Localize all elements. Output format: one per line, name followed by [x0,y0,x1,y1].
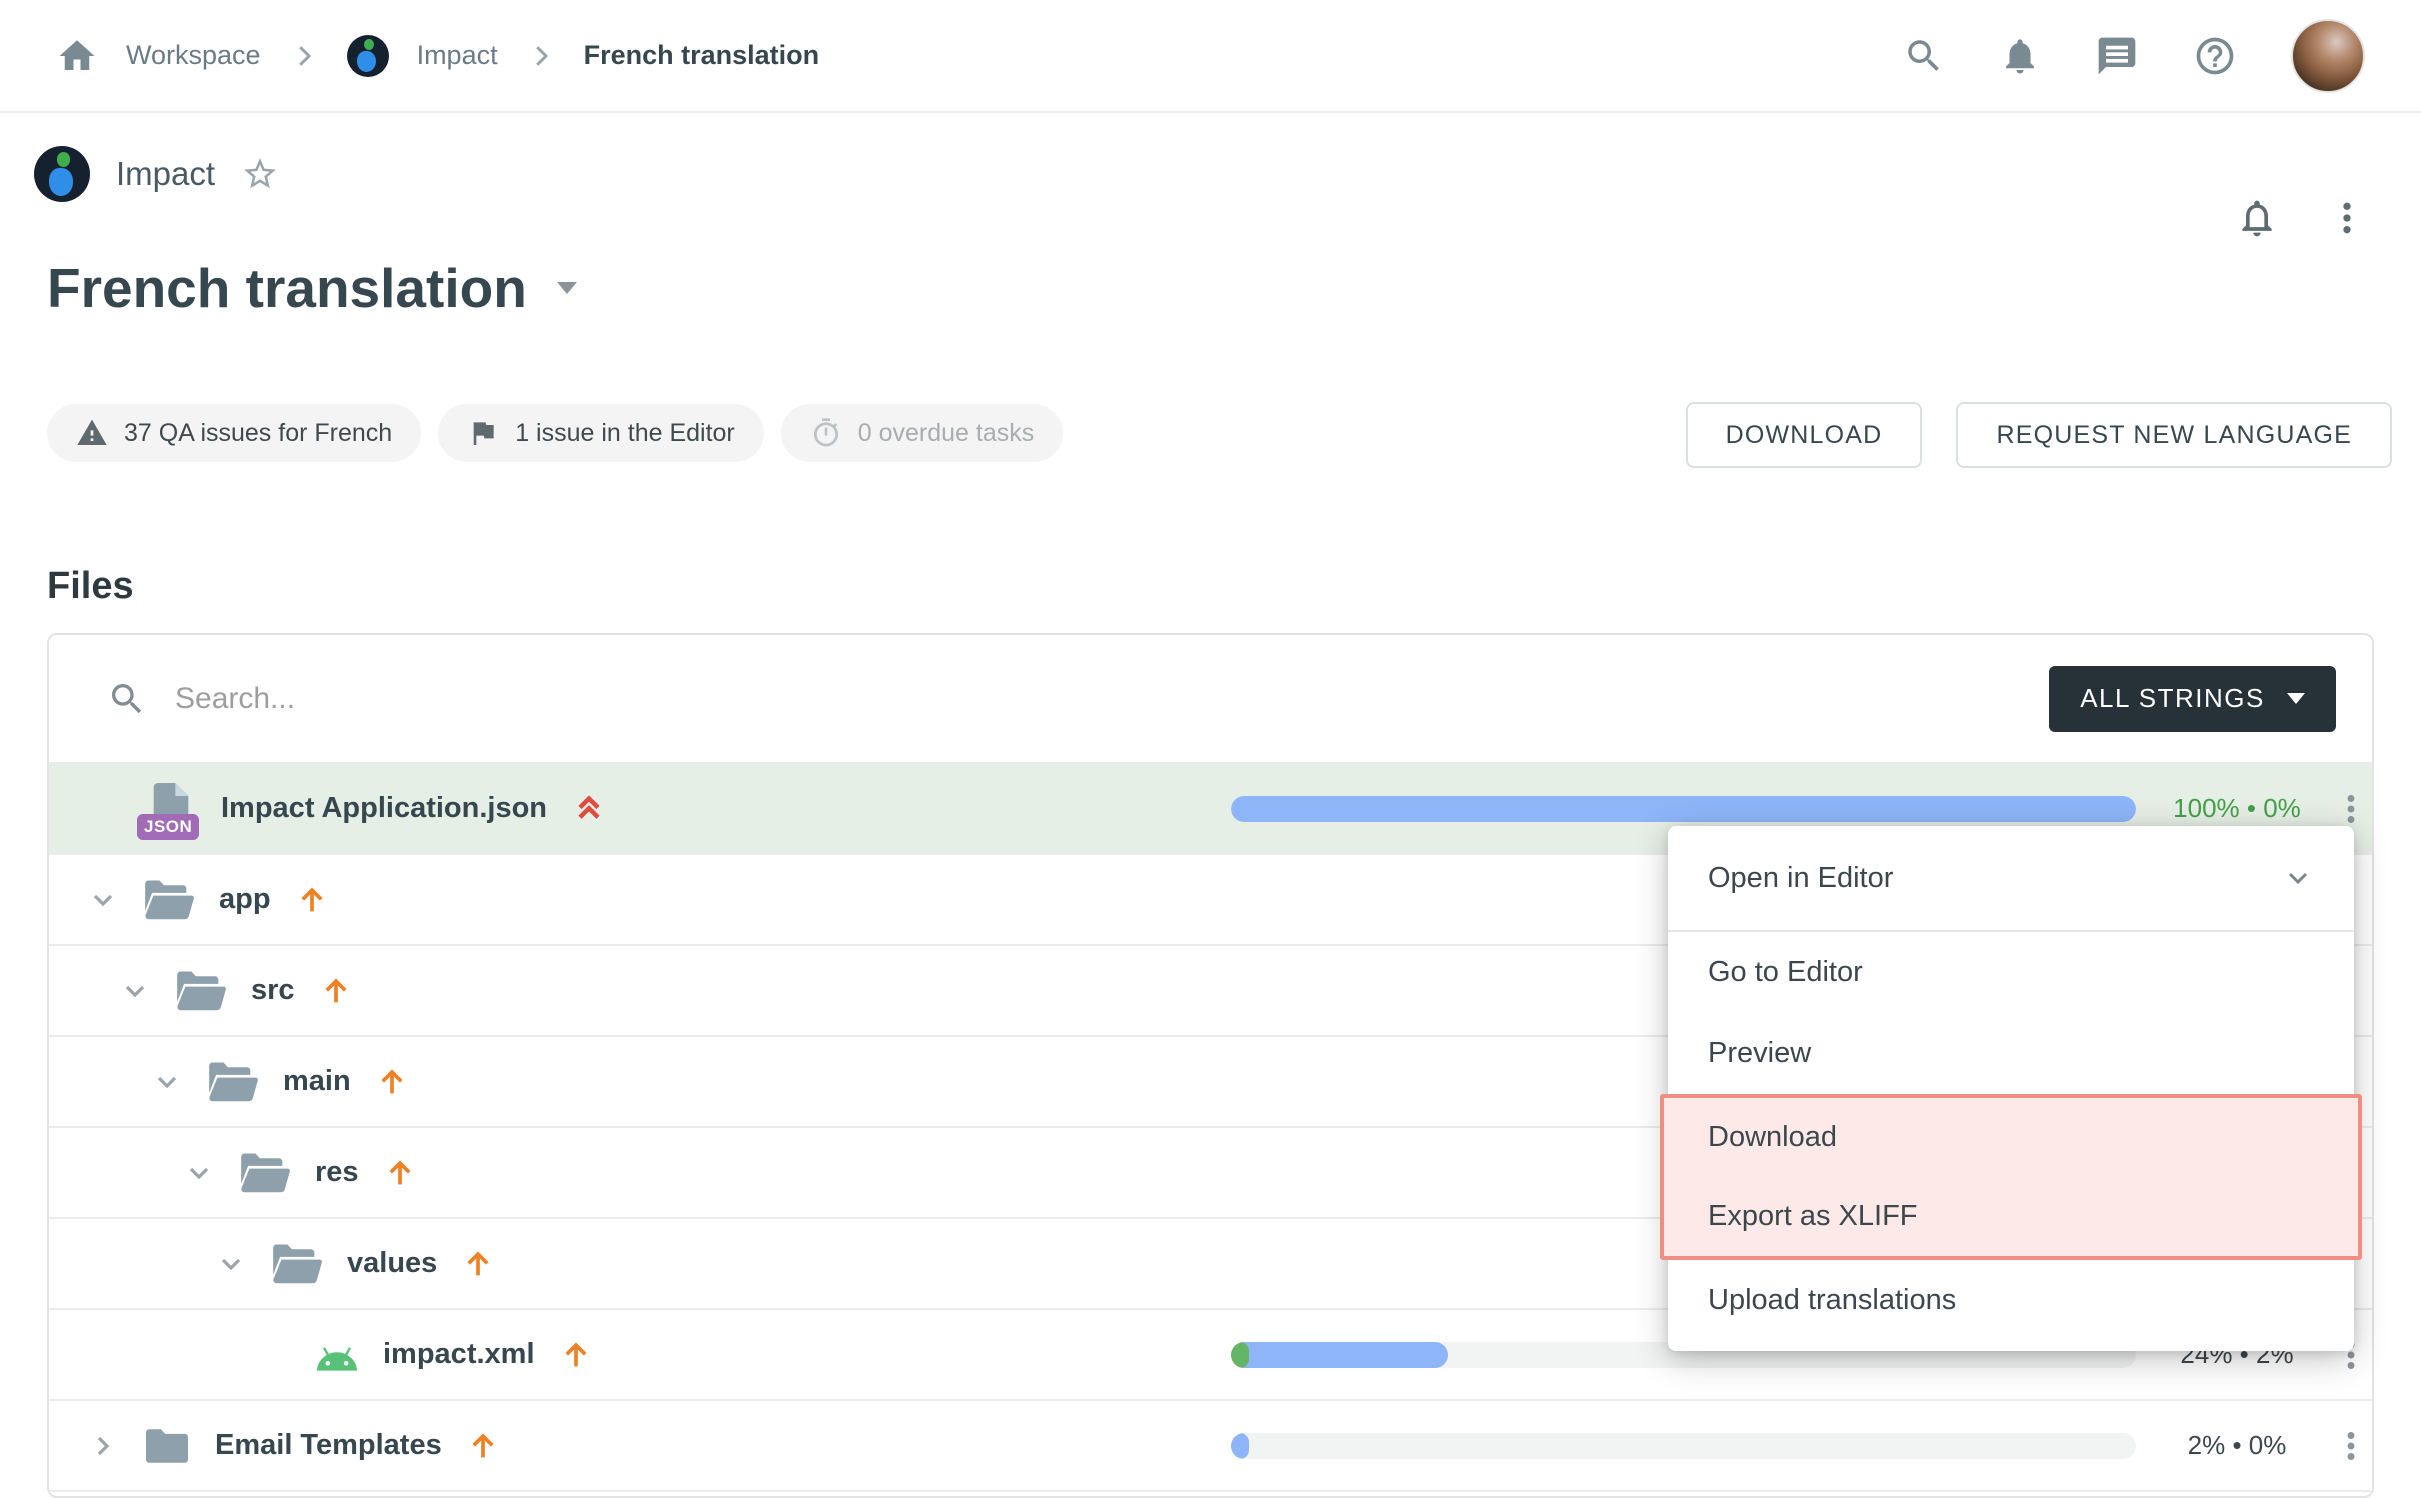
priority-high-icon [571,791,607,827]
json-badge: JSON [137,814,199,840]
row-kebab-menu-icon[interactable] [2333,1428,2369,1464]
menu-item-go-to-editor[interactable]: Go to Editor [1668,932,2354,1013]
file-name: impact.xml [383,1338,535,1371]
file-name: Impact Application.json [221,792,547,825]
menu-item-preview[interactable]: Preview [1668,1013,2354,1094]
files-toolbar: ALL STRINGS [49,635,2372,764]
folder-open-icon [207,1060,259,1104]
upload-arrow-icon [559,1338,593,1372]
folder-open-icon [175,969,227,1013]
breadcrumb-project[interactable]: Impact [417,40,498,71]
project-name[interactable]: Impact [116,155,215,193]
help-icon[interactable] [2193,34,2237,78]
chevron-right-icon[interactable] [87,1430,119,1462]
files-heading: Files [47,565,134,608]
chevron-right-icon [289,41,319,71]
download-button[interactable]: DOWNLOAD [1686,402,1923,468]
folder-row-email-templates[interactable]: Email Templates 2% • 0% [49,1401,2372,1492]
search-icon [107,679,147,719]
upload-arrow-icon [466,1429,500,1463]
menu-item-upload-translations[interactable]: Upload translations [1668,1260,2354,1341]
highlight-annotation-box: Download Export as XLIFF [1660,1094,2362,1260]
chevron-down-icon[interactable] [2282,862,2314,894]
folder-name: app [219,883,271,916]
breadcrumb-current: French translation [584,40,820,71]
menu-item-label: Open in Editor [1708,862,1893,895]
search-input[interactable] [175,682,2049,716]
timer-icon [810,417,842,449]
project-logo [34,146,90,202]
progress-translated [1231,1342,1448,1368]
chevron-down-icon[interactable] [87,884,119,916]
progress-bar [1231,796,2136,822]
page-title: French translation [47,256,577,320]
editor-issues-chip[interactable]: 1 issue in the Editor [438,404,764,462]
search-icon[interactable] [1903,35,1945,77]
overdue-tasks-chip[interactable]: 0 overdue tasks [781,404,1064,462]
menu-item-export-as-xliff[interactable]: Export as XLIFF [1664,1177,2358,1256]
folder-open-icon [271,1242,323,1286]
progress-percent: 2% • 0% [2149,1430,2325,1461]
upload-arrow-icon [375,1065,409,1099]
project-logo[interactable] [347,35,389,77]
chip-label: 0 overdue tasks [858,419,1035,448]
upload-arrow-icon [383,1156,417,1190]
messages-icon[interactable] [2095,34,2139,78]
qa-issues-chip[interactable]: 37 QA issues for French [47,404,421,462]
star-favorite-icon[interactable] [241,155,279,193]
file-context-menu: Open in Editor Go to Editor Preview Down… [1668,826,2354,1351]
menu-item-open-in-editor[interactable]: Open in Editor [1668,826,2354,932]
progress-approved [1231,1342,1249,1368]
upload-arrow-icon [461,1247,495,1281]
breadcrumb-workspace[interactable]: Workspace [126,40,261,71]
chevron-down-icon[interactable] [151,1066,183,1098]
folder-name: Email Templates [215,1429,442,1462]
json-file-icon: JSON [145,778,197,840]
chevron-right-icon [526,41,556,71]
folder-name: src [251,974,295,1007]
filter-label: ALL STRINGS [2080,683,2265,714]
upload-arrow-icon [319,974,353,1008]
watch-bell-icon[interactable] [2235,196,2279,240]
progress-bar [1231,1433,2136,1459]
top-navigation-bar: Workspace Impact French translation [0,0,2421,113]
folder-open-icon [143,878,195,922]
kebab-menu-icon[interactable] [2327,198,2367,238]
chevron-down-icon[interactable] [215,1248,247,1280]
folder-name: main [283,1065,351,1098]
user-avatar[interactable] [2291,19,2365,93]
title-dropdown-caret-icon[interactable] [557,282,577,294]
android-icon [315,1337,359,1373]
strings-filter-button[interactable]: ALL STRINGS [2049,666,2336,732]
notifications-bell-icon[interactable] [1999,35,2041,77]
home-icon[interactable] [56,35,98,77]
flag-icon [467,417,499,449]
menu-item-download[interactable]: Download [1664,1098,2358,1177]
upload-arrow-icon [295,883,329,917]
folder-closed-icon [143,1425,191,1467]
chip-label: 37 QA issues for French [124,419,392,448]
progress-translated [1231,1433,1249,1459]
folder-open-icon [239,1151,291,1195]
row-kebab-menu-icon[interactable] [2333,791,2369,827]
chevron-down-icon[interactable] [119,975,151,1007]
caret-down-icon [2287,693,2305,704]
progress-percent: 100% • 0% [2149,793,2325,824]
breadcrumb: Workspace Impact French translation [56,35,819,77]
chevron-down-icon[interactable] [183,1157,215,1189]
request-new-language-button[interactable]: REQUEST NEW LANGUAGE [1956,402,2392,468]
progress-translated [1231,796,2136,822]
warning-icon [76,417,108,449]
folder-name: res [315,1156,359,1189]
chip-label: 1 issue in the Editor [515,419,735,448]
folder-name: values [347,1247,437,1280]
